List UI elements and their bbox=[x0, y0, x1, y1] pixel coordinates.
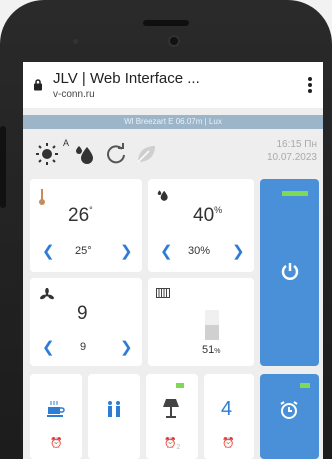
humidity-setpoint: 30% bbox=[188, 245, 211, 257]
filter-level-fill bbox=[205, 324, 219, 340]
filter-value: 51% bbox=[202, 344, 221, 356]
coffee-cup-icon bbox=[47, 401, 65, 417]
sensor-dot bbox=[73, 39, 78, 44]
front-camera bbox=[168, 35, 180, 47]
alarm-clock-icon: ⏰ bbox=[50, 438, 63, 449]
fan-setpoint: 9 bbox=[80, 341, 87, 353]
droplets-icon[interactable] bbox=[73, 142, 97, 166]
browser-menu-icon[interactable] bbox=[303, 76, 317, 94]
fan-tile[interactable]: 9 ❮ 9 ❯ bbox=[30, 278, 142, 366]
humidity-value: 40% bbox=[193, 205, 223, 226]
leaf-icon[interactable] bbox=[135, 143, 157, 165]
lamp-scene-button[interactable]: ⏰2 bbox=[146, 374, 198, 459]
people-icon bbox=[108, 401, 120, 417]
temperature-decrease-button[interactable]: ❮ bbox=[42, 242, 55, 260]
filter-icon bbox=[156, 288, 170, 298]
speaker-grille bbox=[143, 20, 189, 26]
thermometer-icon bbox=[39, 189, 45, 205]
datetime: 16:15 Пн 10.07.2023 bbox=[267, 138, 317, 164]
fan-speed-value: 9 bbox=[77, 303, 88, 324]
temperature-setpoint: 25° bbox=[75, 245, 92, 257]
status-strip: Wl Breezart E 06.07m | Lux bbox=[23, 115, 323, 129]
alarm-clock-icon: ⏰ bbox=[222, 438, 235, 449]
screen: JLV | Web Interface ... v-conn.ru Wl Bre… bbox=[23, 62, 323, 459]
temperature-increase-button[interactable]: ❯ bbox=[120, 242, 133, 260]
fan-increase-button[interactable]: ❯ bbox=[120, 338, 133, 356]
sun-icon[interactable] bbox=[35, 141, 61, 167]
filter-tile[interactable]: 51% bbox=[148, 278, 254, 366]
alarm-status-indicator bbox=[300, 383, 310, 388]
lamp-status-indicator bbox=[176, 383, 184, 388]
coffee-scene-button[interactable]: ⏰ bbox=[30, 374, 82, 459]
fan-icon bbox=[40, 288, 54, 300]
filter-level-gauge bbox=[205, 310, 219, 340]
refresh-icon[interactable] bbox=[105, 143, 127, 165]
sun-mode-label: A bbox=[63, 138, 70, 148]
page-host[interactable]: v-conn.ru bbox=[53, 89, 95, 100]
droplets-icon bbox=[157, 190, 168, 201]
power-status-indicator bbox=[282, 191, 308, 196]
scene-count-button[interactable]: 4 ⏰ bbox=[204, 374, 254, 459]
clock-time: 16:15 Пн bbox=[276, 139, 317, 150]
alarm-clock-icon: ⏰2 bbox=[164, 438, 181, 451]
side-button[interactable] bbox=[0, 126, 6, 208]
humidity-increase-button[interactable]: ❯ bbox=[232, 242, 245, 260]
phone-bezel bbox=[0, 0, 332, 62]
clock-date: 10.07.2023 bbox=[266, 152, 317, 163]
fan-decrease-button[interactable]: ❮ bbox=[42, 338, 55, 356]
browser-bar: JLV | Web Interface ... v-conn.ru bbox=[23, 62, 323, 108]
humidity-tile[interactable]: 40% ❮ 30% ❯ bbox=[148, 179, 254, 272]
people-scene-button[interactable] bbox=[88, 374, 140, 459]
scene-count: 4 bbox=[221, 398, 233, 420]
page-title[interactable]: JLV | Web Interface ... bbox=[53, 70, 200, 87]
lamp-icon bbox=[163, 399, 179, 418]
phone-frame: JLV | Web Interface ... v-conn.ru Wl Bre… bbox=[0, 0, 332, 459]
power-icon bbox=[281, 263, 299, 280]
temperature-tile[interactable]: 26° ❮ 25° ❯ bbox=[30, 179, 142, 272]
alarm-clock-icon bbox=[280, 401, 298, 419]
power-button[interactable] bbox=[260, 179, 319, 366]
temperature-value: 26° bbox=[68, 205, 93, 226]
humidity-decrease-button[interactable]: ❮ bbox=[160, 242, 173, 260]
lock-icon bbox=[34, 79, 42, 91]
alarm-button[interactable] bbox=[260, 374, 319, 459]
